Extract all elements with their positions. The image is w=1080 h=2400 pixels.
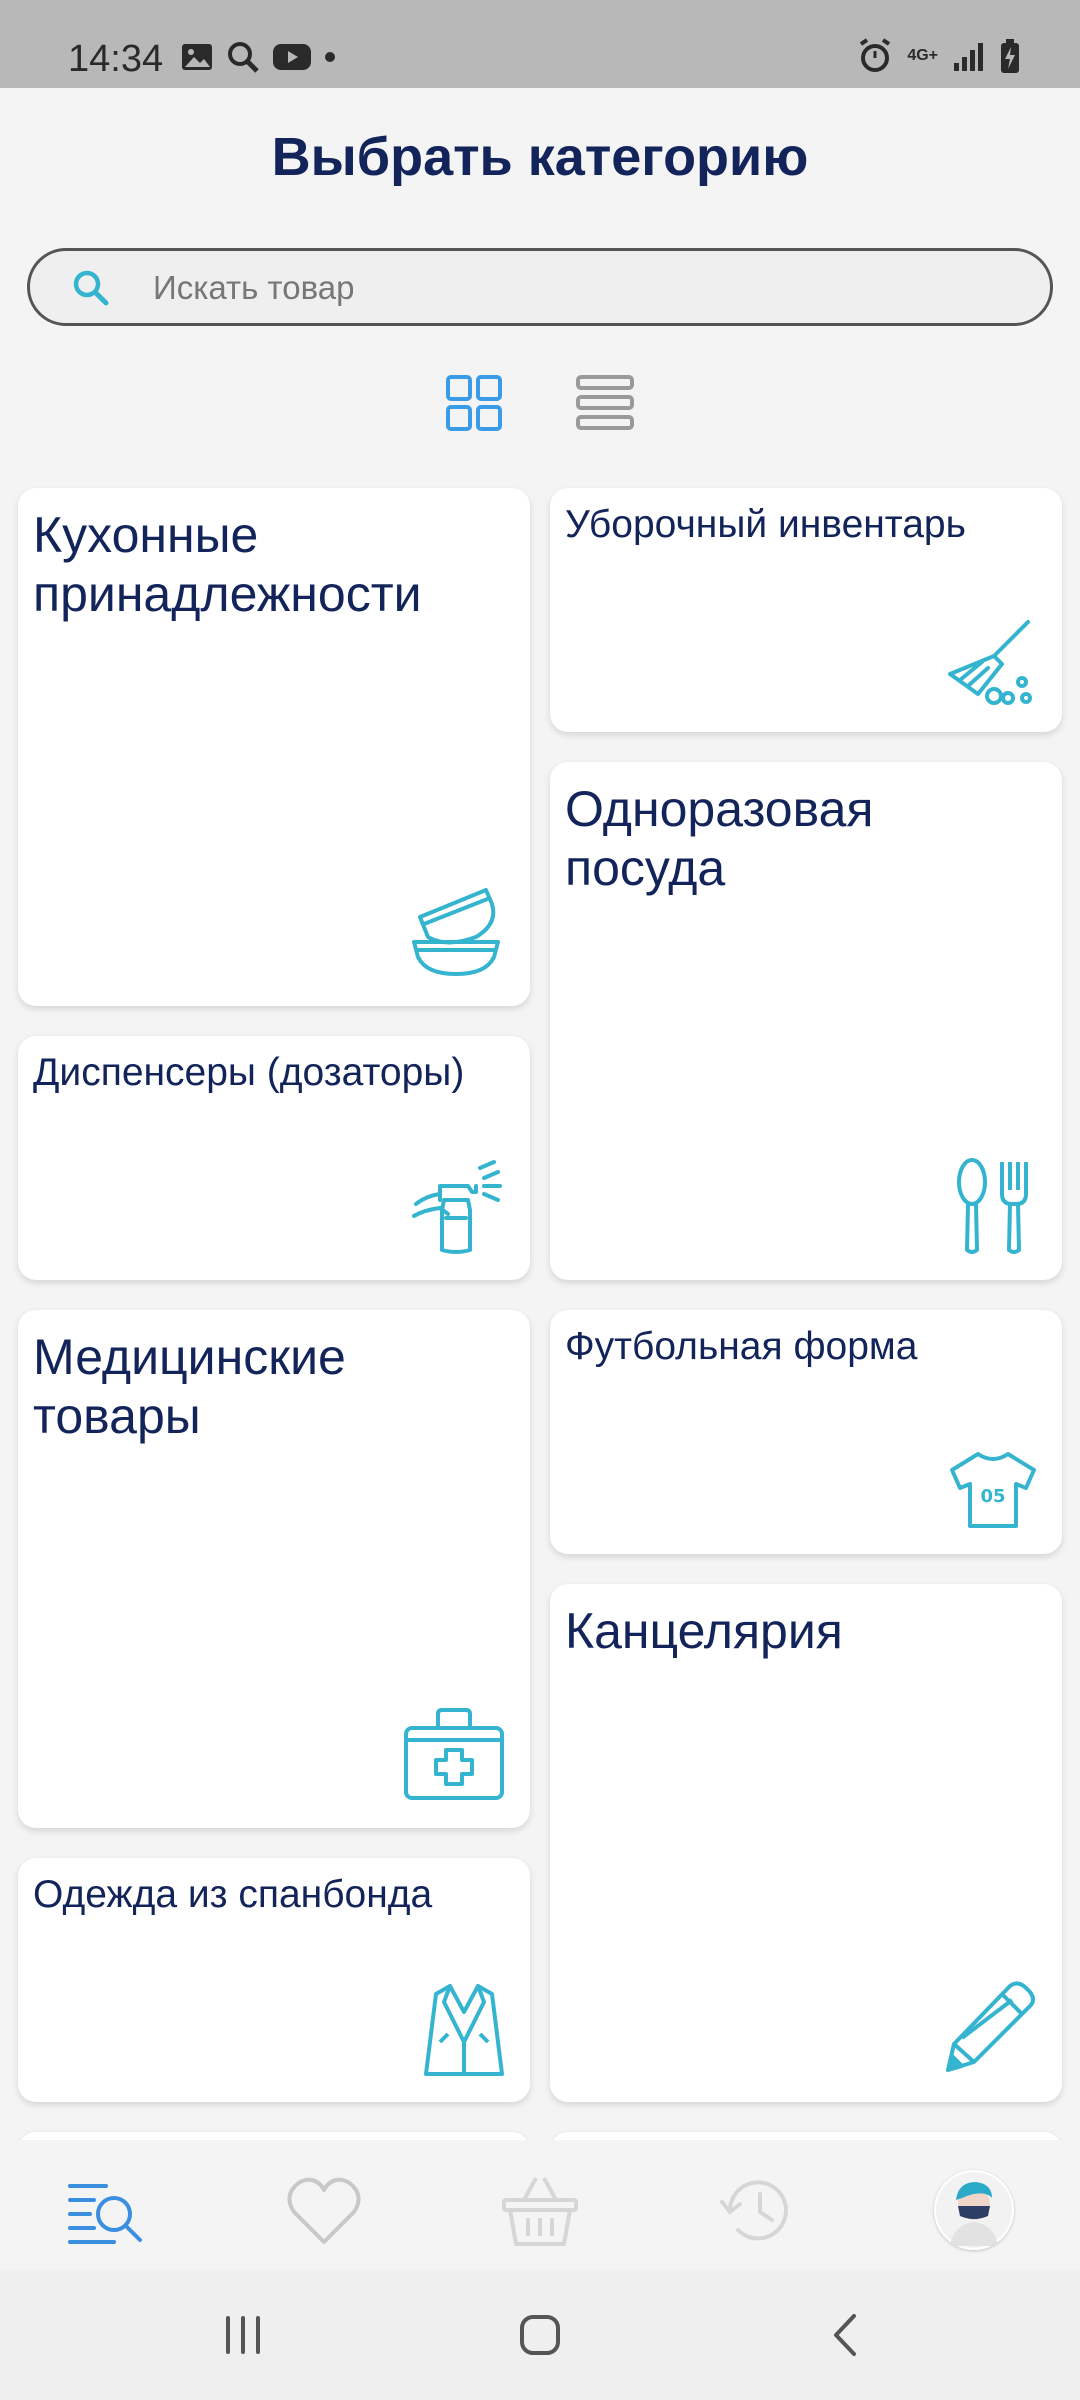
- category-card-football[interactable]: Футбольная форма 05: [550, 1310, 1062, 1554]
- cutlery-icon: [948, 1156, 1038, 1256]
- category-card-dispensers[interactable]: Диспенсеры (дозаторы): [18, 1036, 530, 1280]
- category-card-kitchen[interactable]: Кухонные принадлежности: [18, 488, 530, 1006]
- system-navigation-bar: [0, 2270, 1080, 2400]
- page-title: Выбрать категорию: [271, 127, 809, 187]
- category-label: Диспенсеры (дозаторы): [33, 1051, 465, 1094]
- search-icon: [73, 270, 109, 306]
- pencil-icon: [938, 1978, 1038, 2078]
- category-label: Кухонные принадлежности: [33, 507, 422, 622]
- spray-bottle-icon: [406, 1156, 506, 1256]
- category-label: Футбольная форма: [565, 1325, 918, 1368]
- grid-view-icon[interactable]: [445, 374, 503, 432]
- bowls-icon: [406, 882, 506, 982]
- category-card-disposable[interactable]: Одноразовая посуда: [550, 762, 1062, 1280]
- home-icon[interactable]: [515, 2310, 565, 2360]
- category-label: Одежда из спанбонда: [33, 1873, 433, 1916]
- category-label: Уборочный инвентарь: [565, 503, 966, 546]
- alarm-icon: [860, 38, 891, 72]
- recent-apps-icon[interactable]: [218, 2310, 268, 2360]
- signal-icon: [954, 43, 983, 71]
- profile-avatar[interactable]: [934, 2170, 1014, 2250]
- back-icon[interactable]: [822, 2310, 872, 2360]
- system-status-icons: 4G+: [857, 38, 1020, 74]
- category-card-spunbond[interactable]: Одежда из спанбонда: [18, 1858, 530, 2102]
- robe-icon: [422, 1982, 506, 2078]
- broom-icon: [942, 616, 1038, 708]
- search-input[interactable]: Искать товар: [27, 248, 1053, 326]
- search-notification-icon: [228, 42, 259, 73]
- category-label: Канцелярия: [565, 1603, 843, 1659]
- search-placeholder: Искать товар: [153, 269, 355, 306]
- network-type: 4G+: [907, 47, 938, 64]
- first-aid-kit-icon: [402, 1704, 506, 1804]
- category-card-cleaning[interactable]: Уборочный инвентарь: [550, 488, 1062, 732]
- battery-charging-icon: [1001, 39, 1019, 73]
- notification-icons: [180, 40, 336, 74]
- basket-icon[interactable]: [500, 2170, 580, 2250]
- category-label: Одноразовая посуда: [565, 781, 874, 896]
- category-card-medical[interactable]: Медицинские товары: [18, 1310, 530, 1828]
- dot-icon: [325, 52, 335, 62]
- status-time: 14:34: [68, 38, 164, 80]
- history-icon[interactable]: [716, 2170, 796, 2250]
- jersey-icon: 05: [948, 1450, 1038, 1530]
- catalog-search-icon[interactable]: [66, 2170, 146, 2250]
- jersey-number: 05: [980, 1486, 1005, 1507]
- list-view-icon[interactable]: [576, 374, 634, 432]
- youtube-icon: [273, 44, 311, 70]
- avatar-icon: [936, 2172, 1012, 2248]
- status-bar: 14:34 4G+: [0, 0, 1080, 88]
- favorites-heart-icon[interactable]: [284, 2170, 364, 2250]
- bottom-navigation: [0, 2140, 1080, 2270]
- category-label: Медицинские товары: [33, 1329, 346, 1444]
- category-card-stationery[interactable]: Канцелярия: [550, 1584, 1062, 2102]
- gallery-icon: [182, 44, 212, 70]
